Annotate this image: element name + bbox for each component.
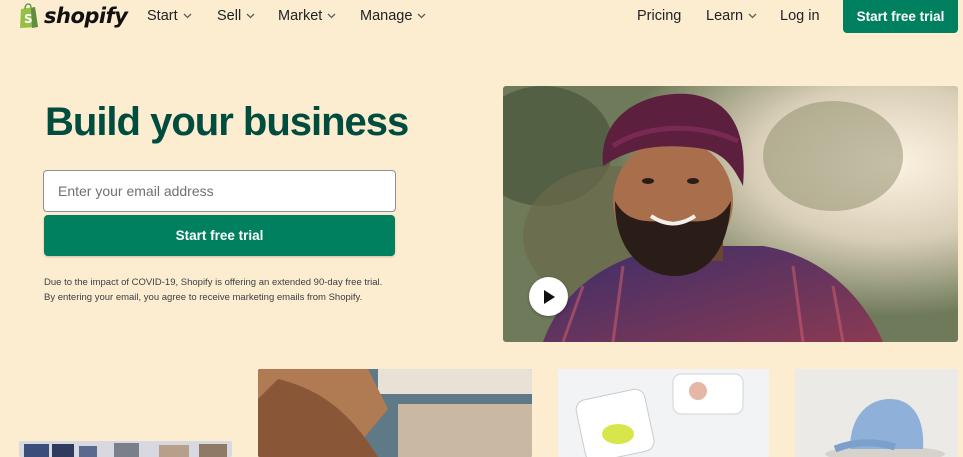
nav-start-free-trial-button[interactable]: Start free trial — [843, 0, 958, 33]
mobile-store-image — [558, 369, 769, 457]
chevron-down-icon — [327, 13, 336, 19]
hero-start-free-trial-button[interactable]: Start free trial — [44, 215, 395, 256]
top-navigation: S shopify Start Sell Market Manage Prici… — [0, 0, 963, 34]
shopify-bag-icon: S — [20, 3, 38, 28]
chevron-down-icon — [183, 13, 192, 19]
chevron-down-icon — [748, 13, 757, 19]
hero-photo-illustration — [503, 86, 958, 342]
email-input[interactable] — [43, 170, 396, 212]
nav-item-pricing[interactable]: Pricing — [637, 8, 681, 24]
product-tile-craft — [258, 369, 532, 457]
nav-item-label: Manage — [360, 8, 413, 24]
nav-item-login[interactable]: Log in — [780, 8, 820, 24]
chevron-down-icon — [417, 13, 426, 19]
product-tile-mobile-store — [558, 369, 769, 457]
nav-item-label: Sell — [217, 8, 242, 24]
nav-item-start[interactable]: Start — [147, 8, 192, 24]
chevron-down-icon — [246, 13, 255, 19]
play-video-button[interactable] — [529, 277, 568, 316]
svg-text:S: S — [24, 12, 33, 26]
nav-item-label: Market — [278, 8, 323, 24]
hero-video-thumbnail[interactable] — [503, 86, 958, 342]
product-tile-cap — [795, 369, 958, 457]
nav-item-label: Pricing — [637, 8, 682, 24]
shelves-image — [19, 441, 232, 457]
nav-item-manage[interactable]: Manage — [360, 8, 426, 24]
brand-name: shopify — [44, 4, 128, 28]
play-icon — [543, 289, 555, 304]
nav-item-label: Log in — [780, 8, 820, 24]
shopify-logo[interactable]: S shopify — [18, 1, 128, 31]
hero-title: Build your business — [45, 100, 409, 144]
nav-item-label: Learn — [706, 8, 744, 24]
nav-item-label: Start — [147, 8, 178, 24]
cap-image — [795, 369, 958, 457]
covid-disclaimer: Due to the impact of COVID-19, Shopify i… — [44, 277, 383, 303]
product-tile-shelves — [19, 441, 232, 457]
nav-item-learn[interactable]: Learn — [706, 8, 757, 24]
craft-image — [258, 369, 532, 457]
nav-item-market[interactable]: Market — [278, 8, 336, 24]
nav-item-sell[interactable]: Sell — [217, 8, 255, 24]
